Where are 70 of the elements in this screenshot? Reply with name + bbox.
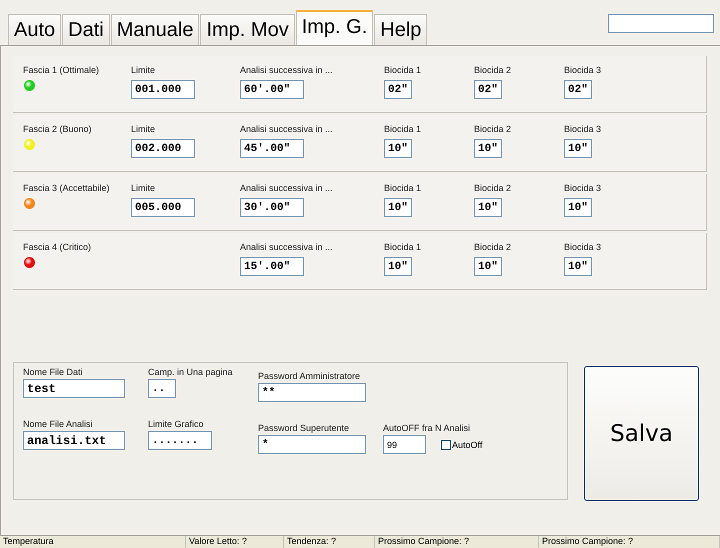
field-label: Biocida 2 bbox=[474, 65, 512, 75]
field-label: Password Superutente bbox=[258, 423, 350, 433]
status-text: Prossimo Campione: ? bbox=[375, 536, 539, 548]
field-label: Limite bbox=[131, 124, 156, 134]
field-label: Camp. in Una pagina bbox=[148, 367, 233, 377]
field-label: Limite bbox=[131, 65, 156, 75]
biocide-field[interactable]: 10" bbox=[564, 198, 592, 217]
field-label: Password Amministratore bbox=[258, 371, 360, 381]
biocide-field[interactable]: 10" bbox=[564, 139, 592, 158]
band-name: Fascia 3 (Accettabile) bbox=[23, 183, 110, 193]
number-field[interactable]: 99 bbox=[383, 435, 426, 454]
biocide-field[interactable]: 10" bbox=[564, 257, 592, 276]
biocide-field[interactable]: 02" bbox=[384, 80, 412, 99]
text-field[interactable]: ....... bbox=[148, 431, 212, 450]
password-field[interactable]: ** bbox=[258, 383, 366, 402]
save-button[interactable]: Salva bbox=[584, 366, 699, 501]
biocide-field[interactable]: 10" bbox=[384, 257, 412, 276]
biocide-field[interactable]: 02" bbox=[564, 80, 592, 99]
field-label: Analisi successiva in ... bbox=[240, 183, 333, 193]
field-label: Biocida 1 bbox=[384, 242, 422, 252]
field-label: Biocida 3 bbox=[564, 183, 602, 193]
tab[interactable]: Imp. G. bbox=[296, 10, 374, 45]
password-field[interactable]: * bbox=[258, 435, 366, 454]
field-label: Biocida 2 bbox=[474, 124, 512, 134]
status-text: Valore Letto: ? bbox=[186, 536, 284, 548]
text-field[interactable]: .. bbox=[148, 379, 176, 398]
field-label: Analisi successiva in ... bbox=[240, 124, 333, 134]
field-label: Biocida 3 bbox=[564, 65, 602, 75]
band-name: Fascia 4 (Critico) bbox=[23, 242, 92, 252]
field-label: Biocida 2 bbox=[474, 242, 512, 252]
text-field[interactable]: test bbox=[23, 379, 125, 398]
interval-field[interactable]: 15'.00" bbox=[240, 257, 304, 276]
field-label: Biocida 3 bbox=[564, 124, 602, 134]
field-label: Biocida 3 bbox=[564, 242, 602, 252]
biocide-field[interactable]: 10" bbox=[384, 198, 412, 217]
field-label: Biocida 1 bbox=[384, 65, 422, 75]
limit-field[interactable]: 002.000 bbox=[131, 139, 195, 158]
field-label: Nome File Analisi bbox=[23, 419, 93, 429]
autooff-checkbox[interactable]: AutoOff bbox=[441, 440, 482, 450]
biocide-field[interactable]: 10" bbox=[384, 139, 412, 158]
field-label: Biocida 2 bbox=[474, 183, 512, 193]
tab[interactable]: Dati bbox=[62, 14, 110, 45]
band-name: Fascia 1 (Ottimale) bbox=[23, 65, 100, 75]
field-label: Analisi successiva in ... bbox=[240, 242, 333, 252]
biocide-field[interactable]: 10" bbox=[474, 198, 502, 217]
interval-field[interactable]: 60'.00" bbox=[240, 80, 304, 99]
tab[interactable]: Auto bbox=[8, 14, 62, 45]
status-text: Tendenza: ? bbox=[284, 536, 375, 548]
interval-field[interactable]: 30'.00" bbox=[240, 198, 304, 217]
text-field[interactable] bbox=[608, 14, 714, 33]
field-label: AutoOFF fra N Analisi bbox=[383, 423, 470, 433]
tab[interactable]: Manuale bbox=[110, 14, 200, 45]
status-text: Temperatura bbox=[0, 536, 186, 548]
limit-field[interactable]: 005.000 bbox=[131, 198, 195, 217]
field-label: Limite Grafico bbox=[148, 419, 204, 429]
text-field[interactable]: analisi.txt bbox=[23, 431, 125, 450]
limit-field[interactable]: 001.000 bbox=[131, 80, 195, 99]
biocide-field[interactable]: 10" bbox=[474, 139, 502, 158]
biocide-field[interactable]: 02" bbox=[474, 80, 502, 99]
field-label: Analisi successiva in ... bbox=[240, 65, 333, 75]
band-name: Fascia 2 (Buono) bbox=[23, 124, 92, 134]
tab[interactable]: Imp. Mov bbox=[200, 14, 295, 45]
field-label: Biocida 1 bbox=[384, 124, 422, 134]
field-label: Limite bbox=[131, 183, 156, 193]
status-text: Prossimo Campione: ? bbox=[539, 536, 720, 548]
tab[interactable]: Help bbox=[374, 14, 428, 45]
field-label: Nome File Dati bbox=[23, 367, 83, 377]
interval-field[interactable]: 45'.00" bbox=[240, 139, 304, 158]
field-label: Biocida 1 bbox=[384, 183, 422, 193]
biocide-field[interactable]: 10" bbox=[474, 257, 502, 276]
